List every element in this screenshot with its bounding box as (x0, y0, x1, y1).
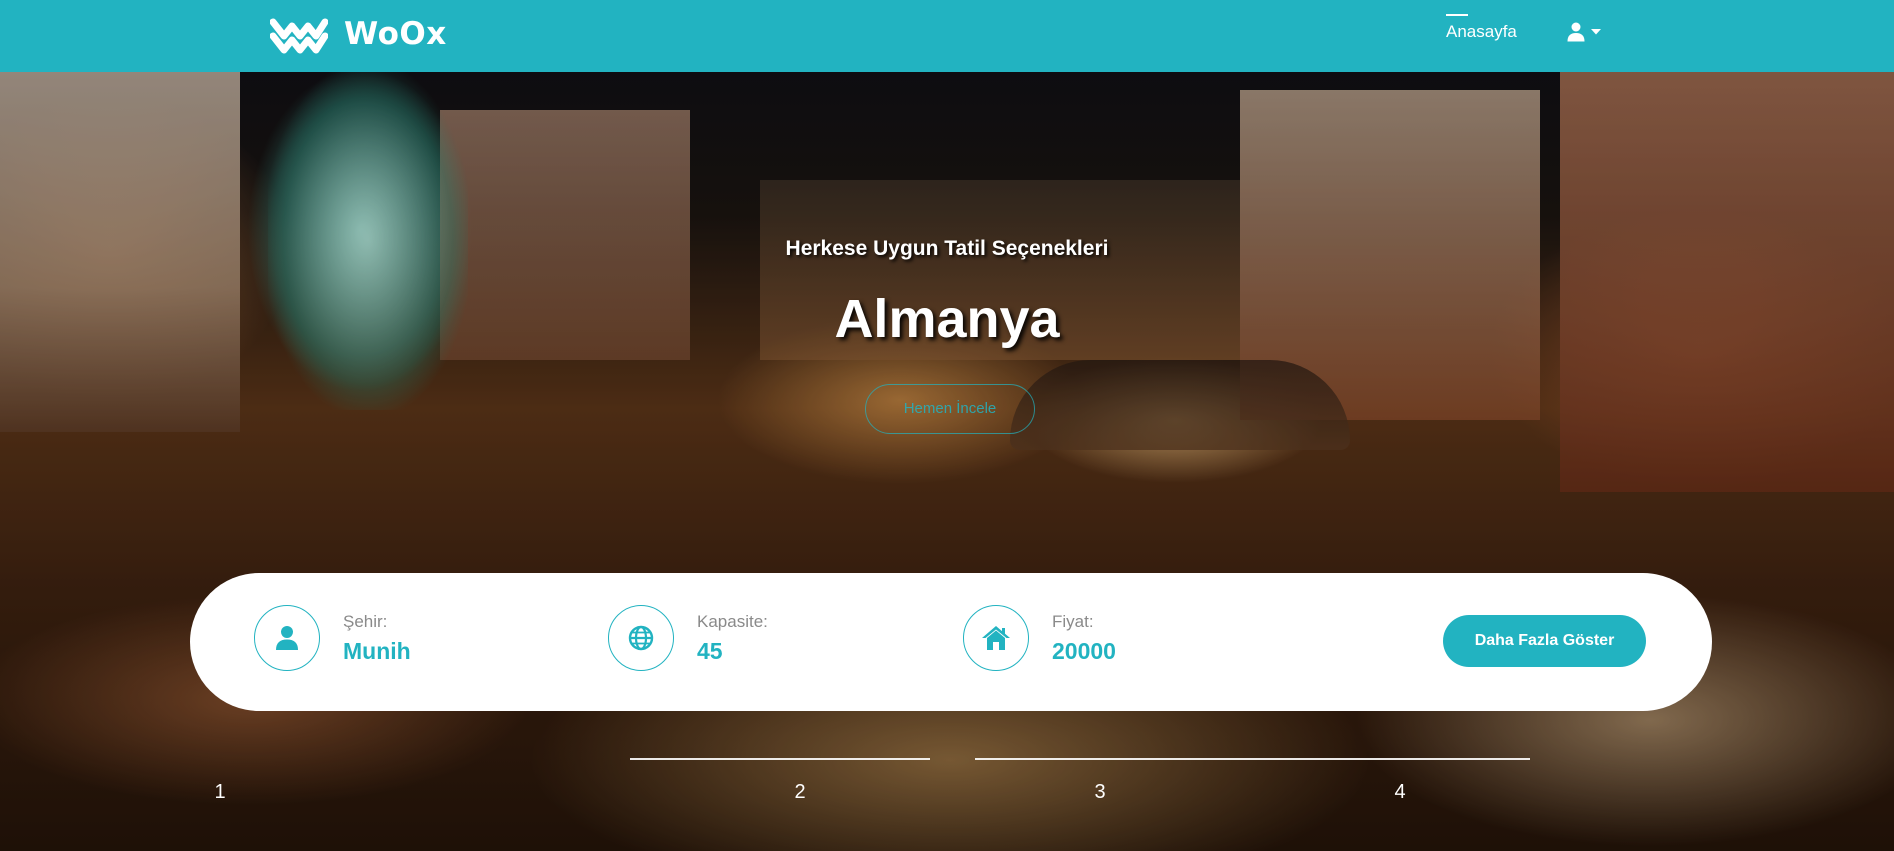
pager-line-2 (975, 758, 1530, 760)
slider-pagination: 1 2 3 4 (0, 758, 1894, 818)
pager-item-1[interactable]: 1 (205, 781, 235, 804)
user-menu-toggle[interactable] (1567, 22, 1601, 42)
home-icon (982, 626, 1010, 650)
pager-line-1 (630, 758, 930, 760)
pager-item-2[interactable]: 2 (785, 781, 815, 804)
active-indicator (1446, 14, 1468, 16)
pager-item-3[interactable]: 3 (1085, 781, 1115, 804)
price-label: Fiyat: (1052, 611, 1094, 631)
navbar: WoOx Anasayfa (0, 0, 1894, 72)
hero-subtitle: Herkese Uygun Tatil Seçenekleri (785, 237, 1109, 260)
trip-info-card: Şehir: Munih Kapasite: 45 Fiyat: 20000 D… (190, 573, 1712, 711)
price-value: 20000 (1052, 637, 1116, 664)
city-value: Munih (343, 637, 411, 664)
globe-icon (628, 625, 654, 651)
logo-mark-icon (270, 18, 328, 54)
caret-down-icon (1591, 29, 1601, 35)
info-price: Fiyat: 20000 (963, 605, 1116, 671)
info-capacity: Kapasite: 45 (608, 605, 768, 671)
hero-cta-button[interactable]: Hemen İncele (865, 384, 1035, 434)
nav-home-link[interactable]: Anasayfa (1446, 14, 1517, 42)
hero-title: Almanya (834, 289, 1060, 349)
info-city: Şehir: Munih (254, 605, 411, 671)
user-icon (1567, 22, 1585, 42)
nav-home-label: Anasayfa (1446, 22, 1517, 41)
brand-name: WoOx (344, 16, 447, 52)
capacity-value: 45 (697, 637, 723, 664)
capacity-icon-circle (608, 605, 674, 671)
user-icon (276, 626, 298, 650)
pager-item-4[interactable]: 4 (1385, 781, 1415, 804)
logo[interactable]: WoOx (270, 12, 447, 56)
price-icon-circle (963, 605, 1029, 671)
city-label: Şehir: (343, 611, 388, 631)
city-icon-circle (254, 605, 320, 671)
capacity-label: Kapasite: (697, 611, 768, 631)
show-more-button[interactable]: Daha Fazla Göster (1443, 615, 1646, 667)
